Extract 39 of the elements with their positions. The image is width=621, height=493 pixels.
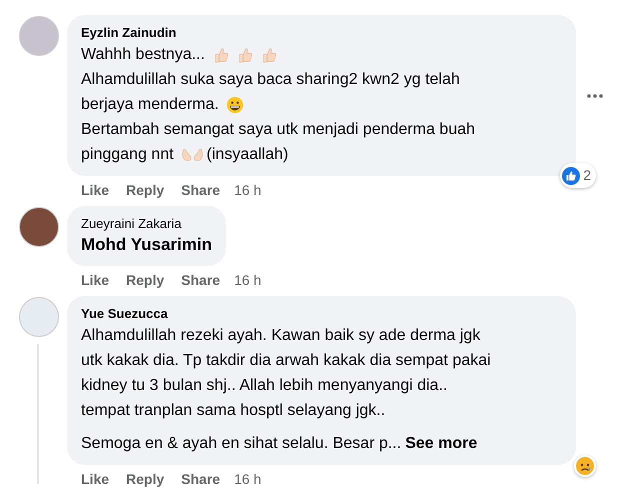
action-link[interactable]: Share: [181, 270, 220, 290]
comment-text: tempat tranplan sama hosptl selayang jgk..: [81, 401, 386, 421]
action-link[interactable]: Reply: [126, 180, 164, 200]
comment-text: Bertambah semangat saya utk menjadi penderma buah: [81, 120, 476, 140]
grinning-face-icon: [226, 96, 244, 114]
like-icon: [562, 166, 580, 184]
comment-text: Alhamdulillah rezeki ayah. Kawan baik sy ade derma jgk: [81, 326, 480, 346]
action-link[interactable]: Like: [81, 270, 110, 290]
action-link[interactable]: Like: [81, 468, 110, 490]
reaction-badge[interactable]: [574, 455, 596, 477]
action-link[interactable]: Share: [181, 180, 220, 200]
timestamp: 16 h: [234, 180, 262, 200]
comment-text: Semoga en & ayah en sihat selalu. Besar p...: [81, 434, 402, 454]
crying-face-icon: [576, 457, 594, 475]
action-link[interactable]: Reply: [126, 270, 164, 290]
action-link[interactable]: Like: [81, 180, 110, 200]
reaction-count: 2: [583, 166, 592, 185]
see-more-link[interactable]: See more: [405, 431, 478, 456]
open-hands-icon: [182, 148, 203, 160]
timestamp: 16 h: [234, 270, 262, 290]
action-link[interactable]: Reply: [126, 468, 164, 490]
comment-text: Alhamdulillah suka saya baca sharing2 kwn2 yg telah: [81, 70, 460, 90]
timestamp: 16 h: [234, 470, 262, 488]
avatar: [19, 207, 59, 247]
avatar: [19, 297, 59, 337]
comment-text: kidney tu 3 bulan shj.. Allah lebih menyanyangi dia..: [81, 376, 448, 396]
comment-text: berjaya menderma.: [81, 95, 219, 115]
author-name[interactable]: Zueyraini Zakaria: [81, 215, 212, 233]
tagged-name[interactable]: Mohd Yusarimin: [81, 233, 212, 257]
comment-text: (insyaallah): [206, 145, 288, 165]
action-link[interactable]: Share: [181, 468, 220, 490]
author-name[interactable]: Eyzlin Zainudin: [81, 24, 562, 42]
more-options-icon[interactable]: [586, 93, 604, 99]
comment-text: pinggang nnt: [81, 145, 174, 165]
comment-text: utk kakak dia. Tp takdir dia arwah kakak dia sempat pakai: [81, 351, 491, 371]
author-name[interactable]: Yue Suezucca: [81, 305, 562, 323]
avatar: [19, 16, 59, 56]
reaction-badge[interactable]: 2: [560, 163, 596, 188]
comment-text: Wahhh bestnya...: [81, 45, 205, 65]
